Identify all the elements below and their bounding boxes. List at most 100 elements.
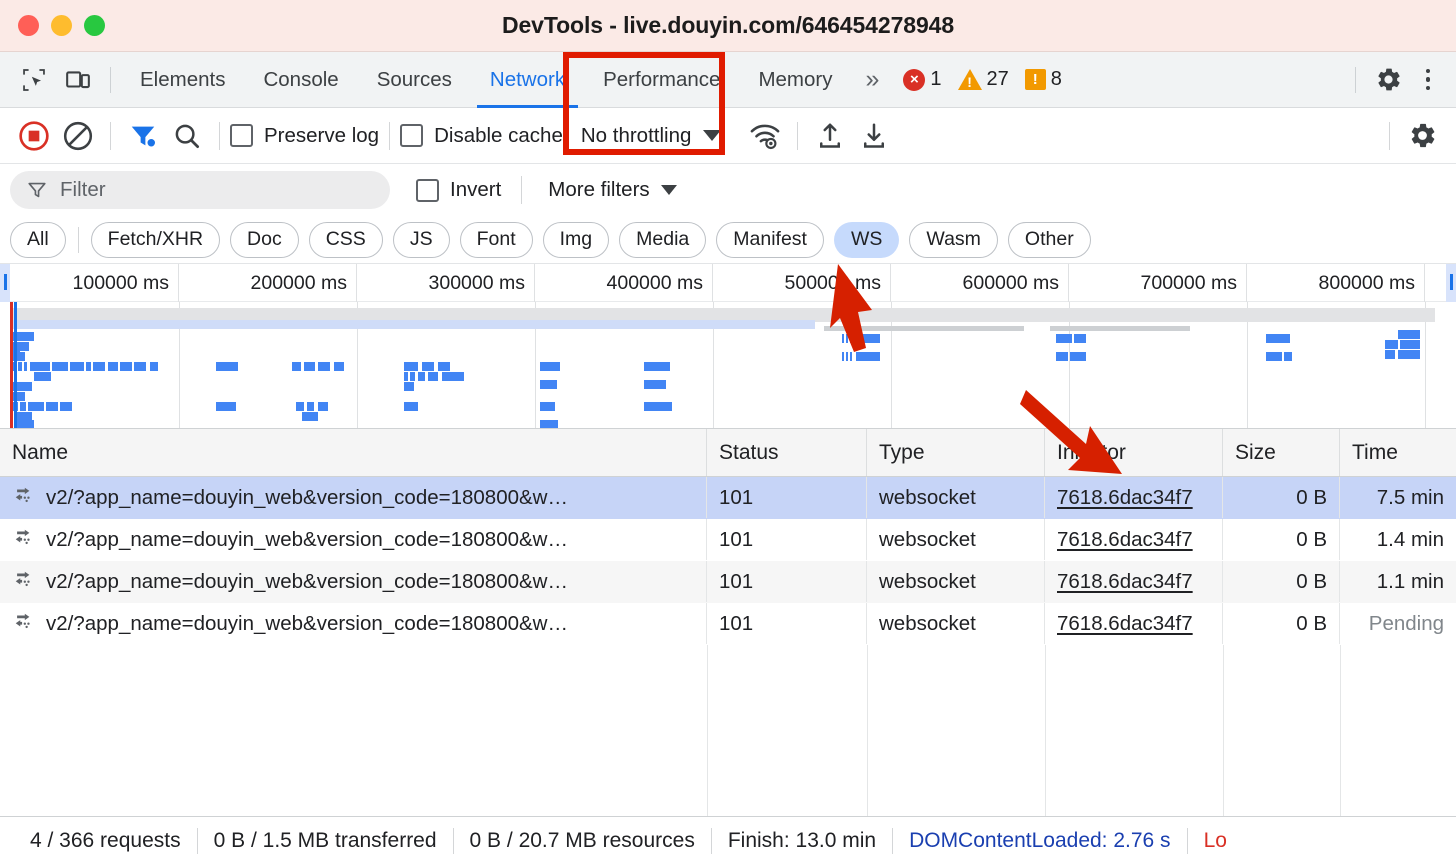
tab-console[interactable]: Console <box>244 52 357 108</box>
finish-time: Finish: 13.0 min <box>727 828 877 852</box>
tabbar-divider <box>110 66 111 93</box>
disable-cache-checkbox[interactable]: Disable cache <box>400 124 563 148</box>
column-header-initiator[interactable]: Initiator <box>1045 429 1223 476</box>
tab-performance[interactable]: Performance <box>584 52 739 108</box>
checkbox-box <box>400 124 424 147</box>
column-header-time[interactable]: Time <box>1340 429 1456 476</box>
column-header-name[interactable]: Name <box>0 429 707 476</box>
chip-wasm[interactable]: Wasm <box>909 221 998 258</box>
warning-counter[interactable]: ! 27 <box>952 68 1015 91</box>
timeline-tick: 200000 ms <box>179 264 357 302</box>
chip-fetch-xhr[interactable]: Fetch/XHR <box>90 221 221 258</box>
chip-all[interactable]: All <box>10 221 66 258</box>
settings-gear-icon[interactable] <box>1400 114 1444 158</box>
chip-label: Img <box>559 228 593 250</box>
column-label: Type <box>879 440 925 464</box>
more-filters-label: More filters <box>548 178 650 201</box>
time-value: 1.4 min <box>1376 527 1444 551</box>
inspect-element-icon[interactable] <box>12 60 56 100</box>
column-header-size[interactable]: Size <box>1223 429 1340 476</box>
tab-label: Elements <box>140 67 226 91</box>
overview-left-handle[interactable] <box>0 264 10 302</box>
initiator-link[interactable]: 7618.6dac34f7 <box>1057 612 1193 636</box>
size-value: 0 B <box>1296 611 1327 635</box>
resources-size: 0 B / 20.7 MB resources <box>469 828 695 852</box>
invert-checkbox[interactable]: Invert <box>416 178 501 202</box>
network-conditions-icon[interactable] <box>743 114 787 158</box>
chip-other[interactable]: Other <box>1007 221 1091 258</box>
preserve-log-checkbox[interactable]: Preserve log <box>230 124 379 148</box>
cell-status: 101 <box>707 603 867 644</box>
requests-count: 4 / 366 requests <box>30 828 181 852</box>
cell-initiator: 7618.6dac34f7 <box>1045 561 1223 602</box>
status-value: 101 <box>719 527 754 551</box>
tab-memory[interactable]: Memory <box>739 52 851 108</box>
tab-elements[interactable]: Elements <box>121 52 244 108</box>
throttling-dropdown[interactable]: No throttling <box>581 124 722 148</box>
chevron-down-icon <box>703 130 722 141</box>
gear-icon[interactable] <box>1366 60 1410 100</box>
chip-img[interactable]: Img <box>542 221 610 258</box>
chip-label: All <box>27 228 49 250</box>
clear-button[interactable] <box>56 114 100 158</box>
filter-toggle-button[interactable] <box>121 114 165 158</box>
type-value: websocket <box>879 569 976 593</box>
timeline-ruler: 100000 ms 200000 ms 300000 ms 400000 ms … <box>0 264 1456 302</box>
more-tabs-label: » <box>865 65 880 93</box>
tab-sources[interactable]: Sources <box>358 52 471 108</box>
chip-font[interactable]: Font <box>459 221 533 258</box>
initiator-link[interactable]: 7618.6dac34f7 <box>1057 570 1193 594</box>
cell-name: v2/?app_name=douyin_web&version_code=180… <box>0 603 707 644</box>
record-stop-button[interactable] <box>12 114 56 158</box>
type-value: websocket <box>879 611 976 635</box>
overview-right-handle[interactable] <box>1446 264 1456 302</box>
search-button[interactable] <box>165 114 209 158</box>
initiator-link[interactable]: 7618.6dac34f7 <box>1057 528 1193 552</box>
column-label: Status <box>719 440 779 464</box>
timeline-tick: 100000 ms <box>1 264 179 302</box>
filter-icon <box>28 182 46 198</box>
cell-time: 1.1 min <box>1340 561 1456 602</box>
warning-count: 27 <box>986 68 1009 90</box>
table-row[interactable]: v2/?app_name=douyin_web&version_code=180… <box>0 477 1456 519</box>
toolbar-divider <box>110 121 111 150</box>
more-filters-dropdown[interactable]: More filters <box>548 178 677 202</box>
tab-label: Network <box>489 67 566 91</box>
cell-status: 101 <box>707 477 867 518</box>
export-har-icon[interactable] <box>852 114 896 158</box>
import-har-icon[interactable] <box>808 114 852 158</box>
table-row[interactable]: v2/?app_name=douyin_web&version_code=180… <box>0 561 1456 603</box>
column-header-type[interactable]: Type <box>867 429 1045 476</box>
initiator-link[interactable]: 7618.6dac34f7 <box>1057 486 1193 510</box>
chip-media[interactable]: Media <box>619 221 707 258</box>
transferred-size: 0 B / 1.5 MB transferred <box>213 828 437 852</box>
chip-ws[interactable]: WS <box>833 221 900 258</box>
tab-network[interactable]: Network <box>471 52 584 108</box>
error-count: 1 <box>930 68 942 90</box>
tabbar-right-divider <box>1355 66 1356 93</box>
cell-size: 0 B <box>1223 519 1340 560</box>
cell-time: 1.4 min <box>1340 519 1456 560</box>
more-tabs-chevron-icon[interactable]: » <box>852 65 890 94</box>
error-counter[interactable]: × 1 <box>897 68 947 91</box>
cell-size: 0 B <box>1223 561 1340 602</box>
kebab-menu-icon[interactable] <box>1410 60 1446 100</box>
load-event-marker <box>10 302 13 428</box>
column-header-status[interactable]: Status <box>707 429 867 476</box>
request-name: v2/?app_name=douyin_web&version_code=180… <box>46 527 568 551</box>
filter-input[interactable]: Filter <box>10 171 390 209</box>
status-value: 101 <box>719 569 754 593</box>
table-row[interactable]: v2/?app_name=douyin_web&version_code=180… <box>0 519 1456 561</box>
device-toolbar-icon[interactable] <box>56 60 100 100</box>
request-name: v2/?app_name=douyin_web&version_code=180… <box>46 485 568 509</box>
chip-doc[interactable]: Doc <box>230 221 299 258</box>
info-counter[interactable]: ! 8 <box>1019 68 1068 91</box>
chip-js[interactable]: JS <box>392 221 450 258</box>
chip-css[interactable]: CSS <box>308 221 383 258</box>
chip-divider <box>77 226 79 253</box>
network-overview-timeline[interactable]: 100000 ms 200000 ms 300000 ms 400000 ms … <box>0 264 1456 429</box>
chip-manifest[interactable]: Manifest <box>716 221 824 258</box>
chip-label: CSS <box>325 228 366 250</box>
table-row[interactable]: v2/?app_name=douyin_web&version_code=180… <box>0 603 1456 645</box>
cell-status: 101 <box>707 561 867 602</box>
